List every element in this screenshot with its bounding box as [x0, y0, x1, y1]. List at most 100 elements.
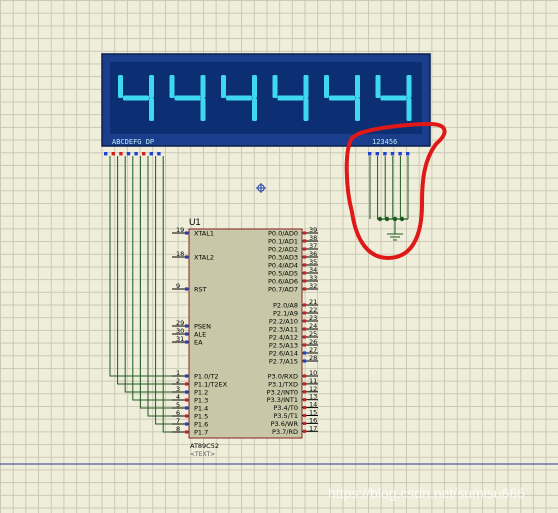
- pin-name: P3.5/T1: [273, 412, 298, 420]
- pin-marker[interactable]: [303, 374, 307, 378]
- chip-reference: U1: [189, 217, 201, 227]
- pin-number: 6: [176, 409, 180, 417]
- segment-wire[interactable]: [117, 156, 172, 385]
- pin-number: 17: [309, 424, 317, 432]
- digit-pin-marker[interactable]: [383, 152, 387, 156]
- pin-marker[interactable]: [185, 231, 189, 235]
- pin-marker[interactable]: [303, 271, 307, 275]
- segment-wire[interactable]: [147, 156, 172, 417]
- pin-marker[interactable]: [303, 421, 307, 425]
- segment-pin-marker[interactable]: [157, 152, 161, 156]
- pin-marker[interactable]: [303, 263, 307, 267]
- mcu-chip[interactable]: U1 19 XTAL1 18 XTAL2 9 RST 29 PSEN 30 ALE 31 EA 1 P1.…: [172, 217, 318, 458]
- display-panel: [110, 62, 422, 134]
- pin-marker[interactable]: [303, 398, 307, 402]
- digit-pin-marker[interactable]: [375, 152, 379, 156]
- pin-marker[interactable]: [185, 255, 189, 259]
- pin-marker[interactable]: [303, 279, 307, 283]
- seven-segment-display[interactable]: ABCDEFG DP 123456: [101, 53, 431, 156]
- pin-number: 8: [176, 425, 180, 433]
- pin-marker[interactable]: [185, 406, 189, 410]
- pin-marker[interactable]: [303, 311, 307, 315]
- segment-pin-marker[interactable]: [142, 152, 146, 156]
- junction-dot: [399, 216, 405, 222]
- segment-pin-marker[interactable]: [149, 152, 153, 156]
- pin-marker[interactable]: [303, 319, 307, 323]
- digit-ground-wires[interactable]: [369, 156, 409, 222]
- pin-marker[interactable]: [303, 351, 307, 355]
- digit-pin-marker[interactable]: [406, 152, 410, 156]
- pin-marker[interactable]: [185, 414, 189, 418]
- pin-marker[interactable]: [303, 429, 307, 433]
- pin-marker[interactable]: [185, 340, 189, 344]
- segment-pin-marker[interactable]: [119, 152, 123, 156]
- digit-pin-marker[interactable]: [390, 152, 395, 156]
- pin-name: P3.4/T0: [273, 404, 298, 412]
- pin-marker[interactable]: [185, 332, 189, 336]
- pin-marker[interactable]: [303, 335, 307, 339]
- pin-marker[interactable]: [303, 231, 307, 235]
- junction-dot: [377, 216, 383, 222]
- pin-marker[interactable]: [303, 303, 307, 307]
- segment-wire[interactable]: [132, 156, 172, 401]
- pin-name: P0.4/AD4: [268, 262, 298, 270]
- pin-name: P3.6/WR: [271, 420, 299, 428]
- pin-marker[interactable]: [185, 398, 189, 402]
- pin-number: 14: [309, 401, 317, 409]
- segment-g: [123, 95, 149, 101]
- pin-number: 13: [309, 393, 317, 401]
- pin-marker[interactable]: [185, 430, 189, 434]
- display-pin-markers: [104, 152, 410, 156]
- segment-wire[interactable]: [139, 156, 172, 409]
- pin-marker[interactable]: [303, 239, 307, 243]
- pin-marker[interactable]: [303, 413, 307, 418]
- pin-marker[interactable]: [303, 327, 307, 331]
- segment-b: [149, 75, 154, 98]
- pin-marker[interactable]: [303, 255, 307, 259]
- pin-name: P2.4/A12: [269, 334, 298, 342]
- pin-name: EA: [194, 339, 203, 347]
- pin-marker[interactable]: [303, 247, 307, 251]
- pin-name: P0.3/AD3: [268, 254, 298, 262]
- segment-pin-marker[interactable]: [126, 152, 131, 156]
- pin-marker[interactable]: [303, 287, 307, 291]
- segment-wire[interactable]: [162, 156, 172, 433]
- pin-name: P0.6/AD6: [268, 278, 298, 286]
- pin-marker[interactable]: [185, 382, 189, 386]
- pin-marker[interactable]: [185, 374, 189, 378]
- pin-name: P1.6: [194, 421, 208, 429]
- segment-pins-label: ABCDEFG DP: [112, 138, 154, 146]
- pin-number: 11: [309, 377, 317, 385]
- digit-pins-label: 123456: [372, 138, 397, 146]
- pin-name: P2.5/A13: [269, 342, 298, 350]
- origin-marker-icon: [256, 183, 266, 193]
- pin-marker[interactable]: [303, 343, 307, 347]
- pin-marker[interactable]: [303, 382, 307, 386]
- pin-marker[interactable]: [303, 390, 307, 394]
- pin-name: P3.2/INT0: [267, 388, 298, 396]
- pin-marker[interactable]: [303, 359, 307, 363]
- pin-name: P1.5: [194, 413, 208, 421]
- pin-name: ALE: [194, 331, 206, 339]
- pin-marker[interactable]: [303, 406, 307, 410]
- segment-wires[interactable]: [109, 156, 172, 433]
- digit-pin-marker[interactable]: [368, 152, 372, 156]
- pin-number: 15: [309, 409, 317, 417]
- segment-pin-marker[interactable]: [104, 152, 108, 156]
- segment-f: [169, 75, 175, 98]
- pin-number: 37: [309, 242, 317, 250]
- pin-marker[interactable]: [185, 390, 189, 394]
- segment-pin-marker[interactable]: [111, 152, 115, 156]
- segment-f: [375, 75, 381, 98]
- pin-marker[interactable]: [185, 324, 189, 328]
- segment-wire[interactable]: [124, 156, 172, 393]
- pin-marker[interactable]: [185, 422, 189, 426]
- ground-icon: [387, 220, 403, 241]
- segment-f: [324, 75, 329, 98]
- pin-marker[interactable]: [185, 287, 189, 291]
- pin-number: 1: [176, 369, 180, 377]
- segment-pin-marker[interactable]: [134, 152, 138, 156]
- digit-pin-marker[interactable]: [398, 152, 402, 156]
- pin-number: 23: [309, 314, 317, 322]
- schematic-canvas[interactable]: ABCDEFG DP 123456 U1 19 XTAL118 XTAL29 RST2…: [0, 0, 558, 513]
